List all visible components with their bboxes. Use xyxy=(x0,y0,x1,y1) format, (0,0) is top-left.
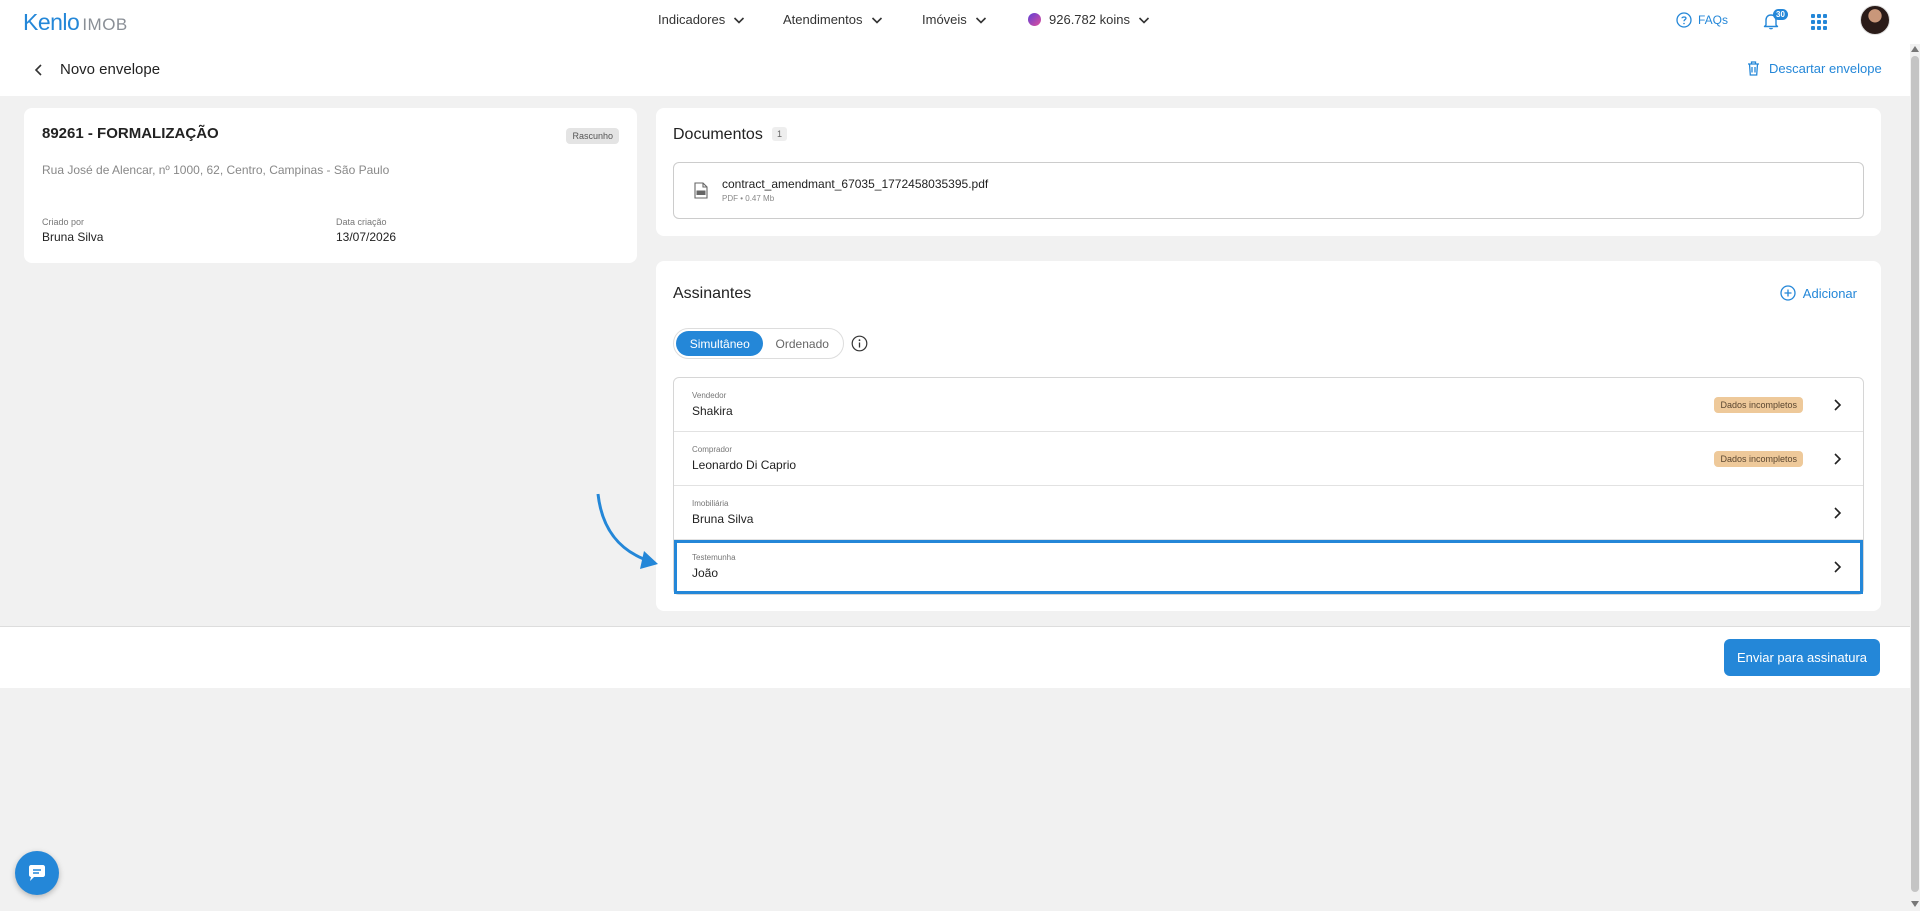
signing-mode-toggle: Simultâneo Ordenado xyxy=(673,328,844,359)
nav-indicadores[interactable]: Indicadores xyxy=(658,12,745,27)
discard-envelope-button[interactable]: Descartar envelope xyxy=(1746,60,1882,76)
document-item[interactable]: contract_amendmant_67035_1772458035395.p… xyxy=(673,162,1864,219)
signer-row-vendedor[interactable]: Vendedor Shakira Dados incompletos xyxy=(674,378,1863,432)
scroll-up-arrow-icon[interactable] xyxy=(1911,46,1919,52)
back-arrow-icon[interactable] xyxy=(32,60,46,80)
chevron-down-icon xyxy=(871,16,882,24)
status-badge: Rascunho xyxy=(566,128,619,144)
pdf-file-icon xyxy=(694,182,708,199)
document-name: contract_amendmant_67035_1772458035395.p… xyxy=(722,177,989,191)
logo-text: Kenlo xyxy=(23,9,80,35)
help-circle-icon xyxy=(1676,12,1692,28)
signer-name: João xyxy=(692,566,719,580)
mode-ordered[interactable]: Ordenado xyxy=(763,331,841,356)
nav-label: Indicadores xyxy=(658,12,726,27)
scroll-thumb[interactable] xyxy=(1911,56,1919,892)
mode-simultaneous[interactable]: Simultâneo xyxy=(676,331,764,356)
kenlo-logo[interactable]: Kenlo IMOB xyxy=(23,9,128,36)
signer-name: Bruna Silva xyxy=(692,512,754,526)
koins-menu[interactable]: 926.782 koins xyxy=(1028,12,1150,27)
created-by-value: Bruna Silva xyxy=(42,230,104,244)
page-header: Novo envelope Descartar envelope xyxy=(0,44,1910,96)
chat-button[interactable] xyxy=(15,851,59,895)
nav-label: Atendimentos xyxy=(783,12,863,27)
chat-bubble-icon xyxy=(29,865,45,881)
chevron-right-icon xyxy=(1834,507,1842,519)
notification-count-badge: 30 xyxy=(1773,9,1788,20)
created-by-label: Criado por xyxy=(42,217,85,227)
signer-row-imobiliaria[interactable]: Imobiliária Bruna Silva xyxy=(674,486,1863,540)
nav-imoveis[interactable]: Imóveis xyxy=(922,12,987,27)
incomplete-data-badge: Dados incompletos xyxy=(1714,451,1803,467)
notifications-button[interactable]: 30 xyxy=(1762,9,1788,32)
discard-label: Descartar envelope xyxy=(1769,60,1882,76)
chevron-down-icon xyxy=(975,16,986,24)
signer-role: Testemunha xyxy=(692,553,736,562)
created-date-label: Data criação xyxy=(336,217,387,227)
signer-name: Leonardo Di Caprio xyxy=(692,458,797,472)
signers-title: Assinantes xyxy=(673,285,752,302)
add-signer-label: Adicionar xyxy=(1802,285,1857,301)
signer-role: Vendedor xyxy=(692,391,727,400)
koins-balance: 926.782 koins xyxy=(1049,12,1130,27)
signer-name: Shakira xyxy=(692,404,733,418)
chevron-down-icon xyxy=(1138,16,1150,24)
documents-title: Documentos xyxy=(673,126,763,143)
chevron-right-icon xyxy=(1834,399,1842,411)
top-navbar: Kenlo IMOB Indicadores Atendimentos Imóve… xyxy=(0,0,1920,44)
trash-icon xyxy=(1748,61,1759,76)
chevron-right-icon xyxy=(1834,561,1842,573)
nav-atendimentos[interactable]: Atendimentos xyxy=(783,12,883,27)
document-meta: PDF • 0.47 Mb xyxy=(722,194,775,203)
signer-role: Imobiliária xyxy=(692,499,729,508)
signer-row-testemunha[interactable]: Testemunha João xyxy=(674,540,1863,594)
envelope-info-card: 89261 - FORMALIZAÇÃO Rascunho Rua José d… xyxy=(24,108,637,263)
faq-label: FAQs xyxy=(1698,13,1729,27)
send-for-signature-button[interactable]: Enviar para assinatura xyxy=(1724,639,1880,676)
envelope-address: Rua José de Alencar, nº 1000, 62, Centro… xyxy=(42,163,390,177)
documents-count-badge: 1 xyxy=(772,127,788,141)
plus-circle-icon xyxy=(1780,285,1796,301)
scroll-down-arrow-icon[interactable] xyxy=(1911,901,1919,907)
page-title: Novo envelope xyxy=(60,61,161,78)
user-avatar[interactable] xyxy=(1860,5,1890,35)
incomplete-data-badge: Dados incompletos xyxy=(1714,397,1803,413)
annotation-arrow-icon xyxy=(596,493,658,569)
signers-card: Assinantes Adicionar Simultâneo Ordenado… xyxy=(656,261,1881,611)
chevron-right-icon xyxy=(1834,453,1842,465)
envelope-title: 89261 - FORMALIZAÇÃO xyxy=(42,125,219,142)
page-scrollbar[interactable] xyxy=(1910,44,1920,911)
add-signer-button[interactable]: Adicionar xyxy=(1780,285,1857,301)
documents-card: Documentos 1 contract_amendmant_67035_17… xyxy=(656,108,1881,236)
info-icon[interactable] xyxy=(851,335,868,352)
signer-list: Vendedor Shakira Dados incompletos Compr… xyxy=(673,377,1864,595)
faq-link[interactable]: FAQs xyxy=(1676,12,1728,28)
nav-label: Imóveis xyxy=(922,12,967,27)
signer-row-comprador[interactable]: Comprador Leonardo Di Caprio Dados incom… xyxy=(674,432,1863,486)
logo-subtext: IMOB xyxy=(82,15,128,34)
chevron-down-icon xyxy=(734,16,745,24)
koins-icon xyxy=(1028,13,1041,26)
created-date-value: 13/07/2026 xyxy=(336,230,397,244)
apps-grid-icon[interactable] xyxy=(1811,14,1827,30)
footer-action-bar: Enviar para assinatura xyxy=(0,626,1910,688)
signer-role: Comprador xyxy=(692,445,733,454)
